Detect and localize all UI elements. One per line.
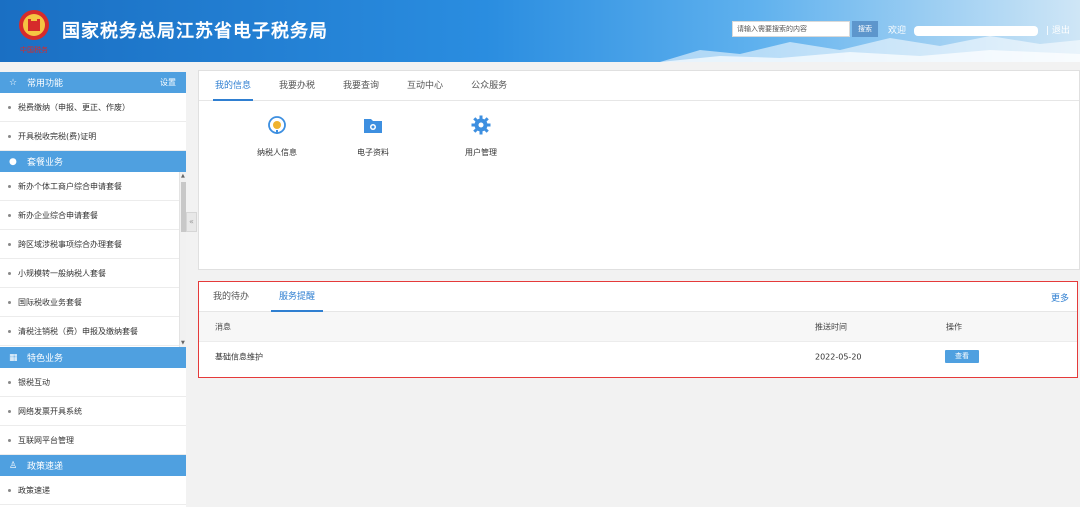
sidebar-item-policy[interactable]: 政策速递 (0, 476, 186, 505)
tile-user-management[interactable]: 用户管理 (451, 115, 511, 158)
sidebar-item-label: 开具税收完税(费)证明 (18, 131, 97, 141)
tab-interaction[interactable]: 互动中心 (407, 71, 443, 100)
header-banner: 中国税务 国家税务总局江苏省电子税务局 请输入需要搜索的内容 搜索 欢迎 | 退… (0, 0, 1080, 62)
sidebar-section-special: ▦ 特色业务 (0, 347, 186, 368)
bullet-icon (8, 488, 11, 492)
tile-label: 纳税人信息 (257, 148, 297, 157)
sidebar-item-package[interactable]: 国际税收业务套餐 (0, 288, 186, 317)
sidebar-item-package[interactable]: 新办个体工商户综合申请套餐 (0, 172, 186, 201)
sidebar: ☆ 常用功能 设置 税费缴纳（申报、更正、作废） 开具税收完税(费)证明 ● 套… (0, 72, 186, 507)
tax-emblem-logo: 中国税务 (19, 10, 49, 54)
bullet-icon (8, 300, 11, 304)
sidebar-item-label: 清税注销税（费）申报及缴纳套餐 (18, 326, 138, 336)
bullet-icon (8, 271, 11, 275)
sidebar-section-packages: ● 套餐业务 (0, 151, 186, 172)
welcome-text: 欢迎 (888, 26, 907, 36)
bullet-icon (8, 184, 11, 188)
packages-scrollbar[interactable]: ▲ ▼ (179, 172, 186, 347)
package-icon: ● (9, 156, 17, 167)
search-input[interactable]: 请输入需要搜索的内容 (732, 21, 850, 37)
time-cell: 2022-05-20 (815, 352, 862, 362)
sidebar-section-common: ☆ 常用功能 设置 (0, 72, 186, 93)
column-header-message: 消息 (215, 322, 231, 331)
tab-query[interactable]: 我要查询 (343, 71, 379, 100)
tab-my-info[interactable]: 我的信息 (212, 71, 254, 101)
bullet-icon (8, 438, 11, 442)
sidebar-section-policy: ♙ 政策速递 (0, 455, 186, 476)
sidebar-item-special[interactable]: 网络发票开具系统 (0, 397, 186, 426)
packages-list: 新办个体工商户综合申请套餐 新办企业综合申请套餐 跨区域涉税事项综合办理套餐 小… (0, 172, 186, 347)
sidebar-item-package[interactable]: 跨区域涉税事项综合办理套餐 (0, 230, 186, 259)
tile-label: 电子资料 (357, 148, 389, 157)
sidebar-item-label: 银税互动 (18, 377, 50, 387)
sidebar-item-label: 新办个体工商户综合申请套餐 (18, 181, 122, 191)
sidebar-item-package[interactable]: 小规模转一般纳税人套餐 (0, 259, 186, 288)
site-title: 国家税务总局江苏省电子税务局 (62, 21, 328, 42)
tile-taxpayer-info[interactable]: 纳税人信息 (247, 115, 307, 158)
tile-e-documents[interactable]: 电子资料 (343, 115, 403, 158)
more-link[interactable]: 更多 (1051, 291, 1069, 304)
my-info-panel: 我的信息 我要办税 我要查询 互动中心 公众服务 纳税人信息 电子资料 用户管理 (198, 70, 1080, 270)
sidebar-item-label: 跨区域涉税事项综合办理套餐 (18, 239, 122, 249)
folder-icon (364, 119, 382, 133)
section-title: 特色业务 (27, 354, 64, 364)
sidebar-item-package[interactable]: 清税注销税（费）申报及缴纳套餐 (0, 317, 186, 346)
section-title: 常用功能 (27, 79, 64, 89)
sidebar-item-tax-payment[interactable]: 税费缴纳（申报、更正、作废） (0, 93, 186, 122)
sidebar-item-special[interactable]: 互联网平台管理 (0, 426, 186, 455)
table-header: 消息 推送时间 操作 (199, 312, 1077, 342)
sidebar-item-label: 政策速递 (18, 485, 50, 495)
star-icon: ☆ (9, 77, 18, 88)
scroll-down-icon[interactable]: ▼ (181, 340, 185, 346)
taxpayer-info-icon (268, 116, 286, 134)
sidebar-item-tax-certificate[interactable]: 开具税收完税(费)证明 (0, 122, 186, 151)
column-header-action: 操作 (946, 322, 962, 331)
section-title: 套餐业务 (27, 158, 64, 168)
sidebar-item-package[interactable]: 新办企业综合申请套餐 (0, 201, 186, 230)
tab-my-todo[interactable]: 我的待办 (213, 282, 249, 311)
scroll-up-icon[interactable]: ▲ (181, 173, 185, 179)
sidebar-item-label: 小规模转一般纳税人套餐 (18, 268, 106, 278)
bullet-icon (8, 242, 11, 246)
main-tabs: 我的信息 我要办税 我要查询 互动中心 公众服务 (199, 71, 1079, 101)
table-row: 基础信息维护 2022-05-20 查看 (199, 342, 1077, 372)
person-icon: ♙ (9, 460, 18, 471)
logo-lettering: 中国税务 (20, 45, 48, 54)
gear-icon (471, 115, 491, 135)
bullet-icon (8, 409, 11, 413)
message-cell: 基础信息维护 (215, 352, 263, 362)
bullet-icon (8, 105, 11, 109)
tab-public-service[interactable]: 公众服务 (471, 71, 507, 100)
bullet-icon (8, 329, 11, 333)
tile-label: 用户管理 (465, 148, 497, 157)
view-button[interactable]: 查看 (945, 350, 979, 363)
sidebar-item-special[interactable]: 银税互动 (0, 368, 186, 397)
section-title: 政策速递 (27, 462, 64, 472)
bullet-icon (8, 213, 11, 217)
logout-link[interactable]: | 退出 (1046, 23, 1070, 36)
sidebar-item-label: 互联网平台管理 (18, 435, 74, 445)
settings-link[interactable]: 设置 (160, 77, 176, 88)
redacted-username (914, 26, 1038, 36)
sidebar-collapse-button[interactable]: « (186, 212, 197, 232)
service-panel: 我的待办 服务提醒 更多 消息 推送时间 操作 基础信息维护 2022-05-2… (198, 281, 1078, 378)
bullet-icon (8, 134, 11, 138)
column-header-time: 推送时间 (815, 322, 847, 331)
sidebar-item-label: 新办企业综合申请套餐 (18, 210, 98, 220)
tab-tax-handling[interactable]: 我要办税 (279, 71, 315, 100)
search-button[interactable]: 搜索 (852, 21, 878, 37)
sidebar-item-label: 国际税收业务套餐 (18, 297, 82, 307)
grid-icon: ▦ (9, 352, 18, 363)
sidebar-item-label: 税费缴纳（申报、更正、作废） (18, 102, 130, 112)
bullet-icon (8, 380, 11, 384)
sidebar-item-label: 网络发票开具系统 (18, 406, 82, 416)
tab-service-reminder[interactable]: 服务提醒 (271, 282, 324, 312)
service-tabs: 我的待办 服务提醒 更多 (199, 282, 1077, 312)
